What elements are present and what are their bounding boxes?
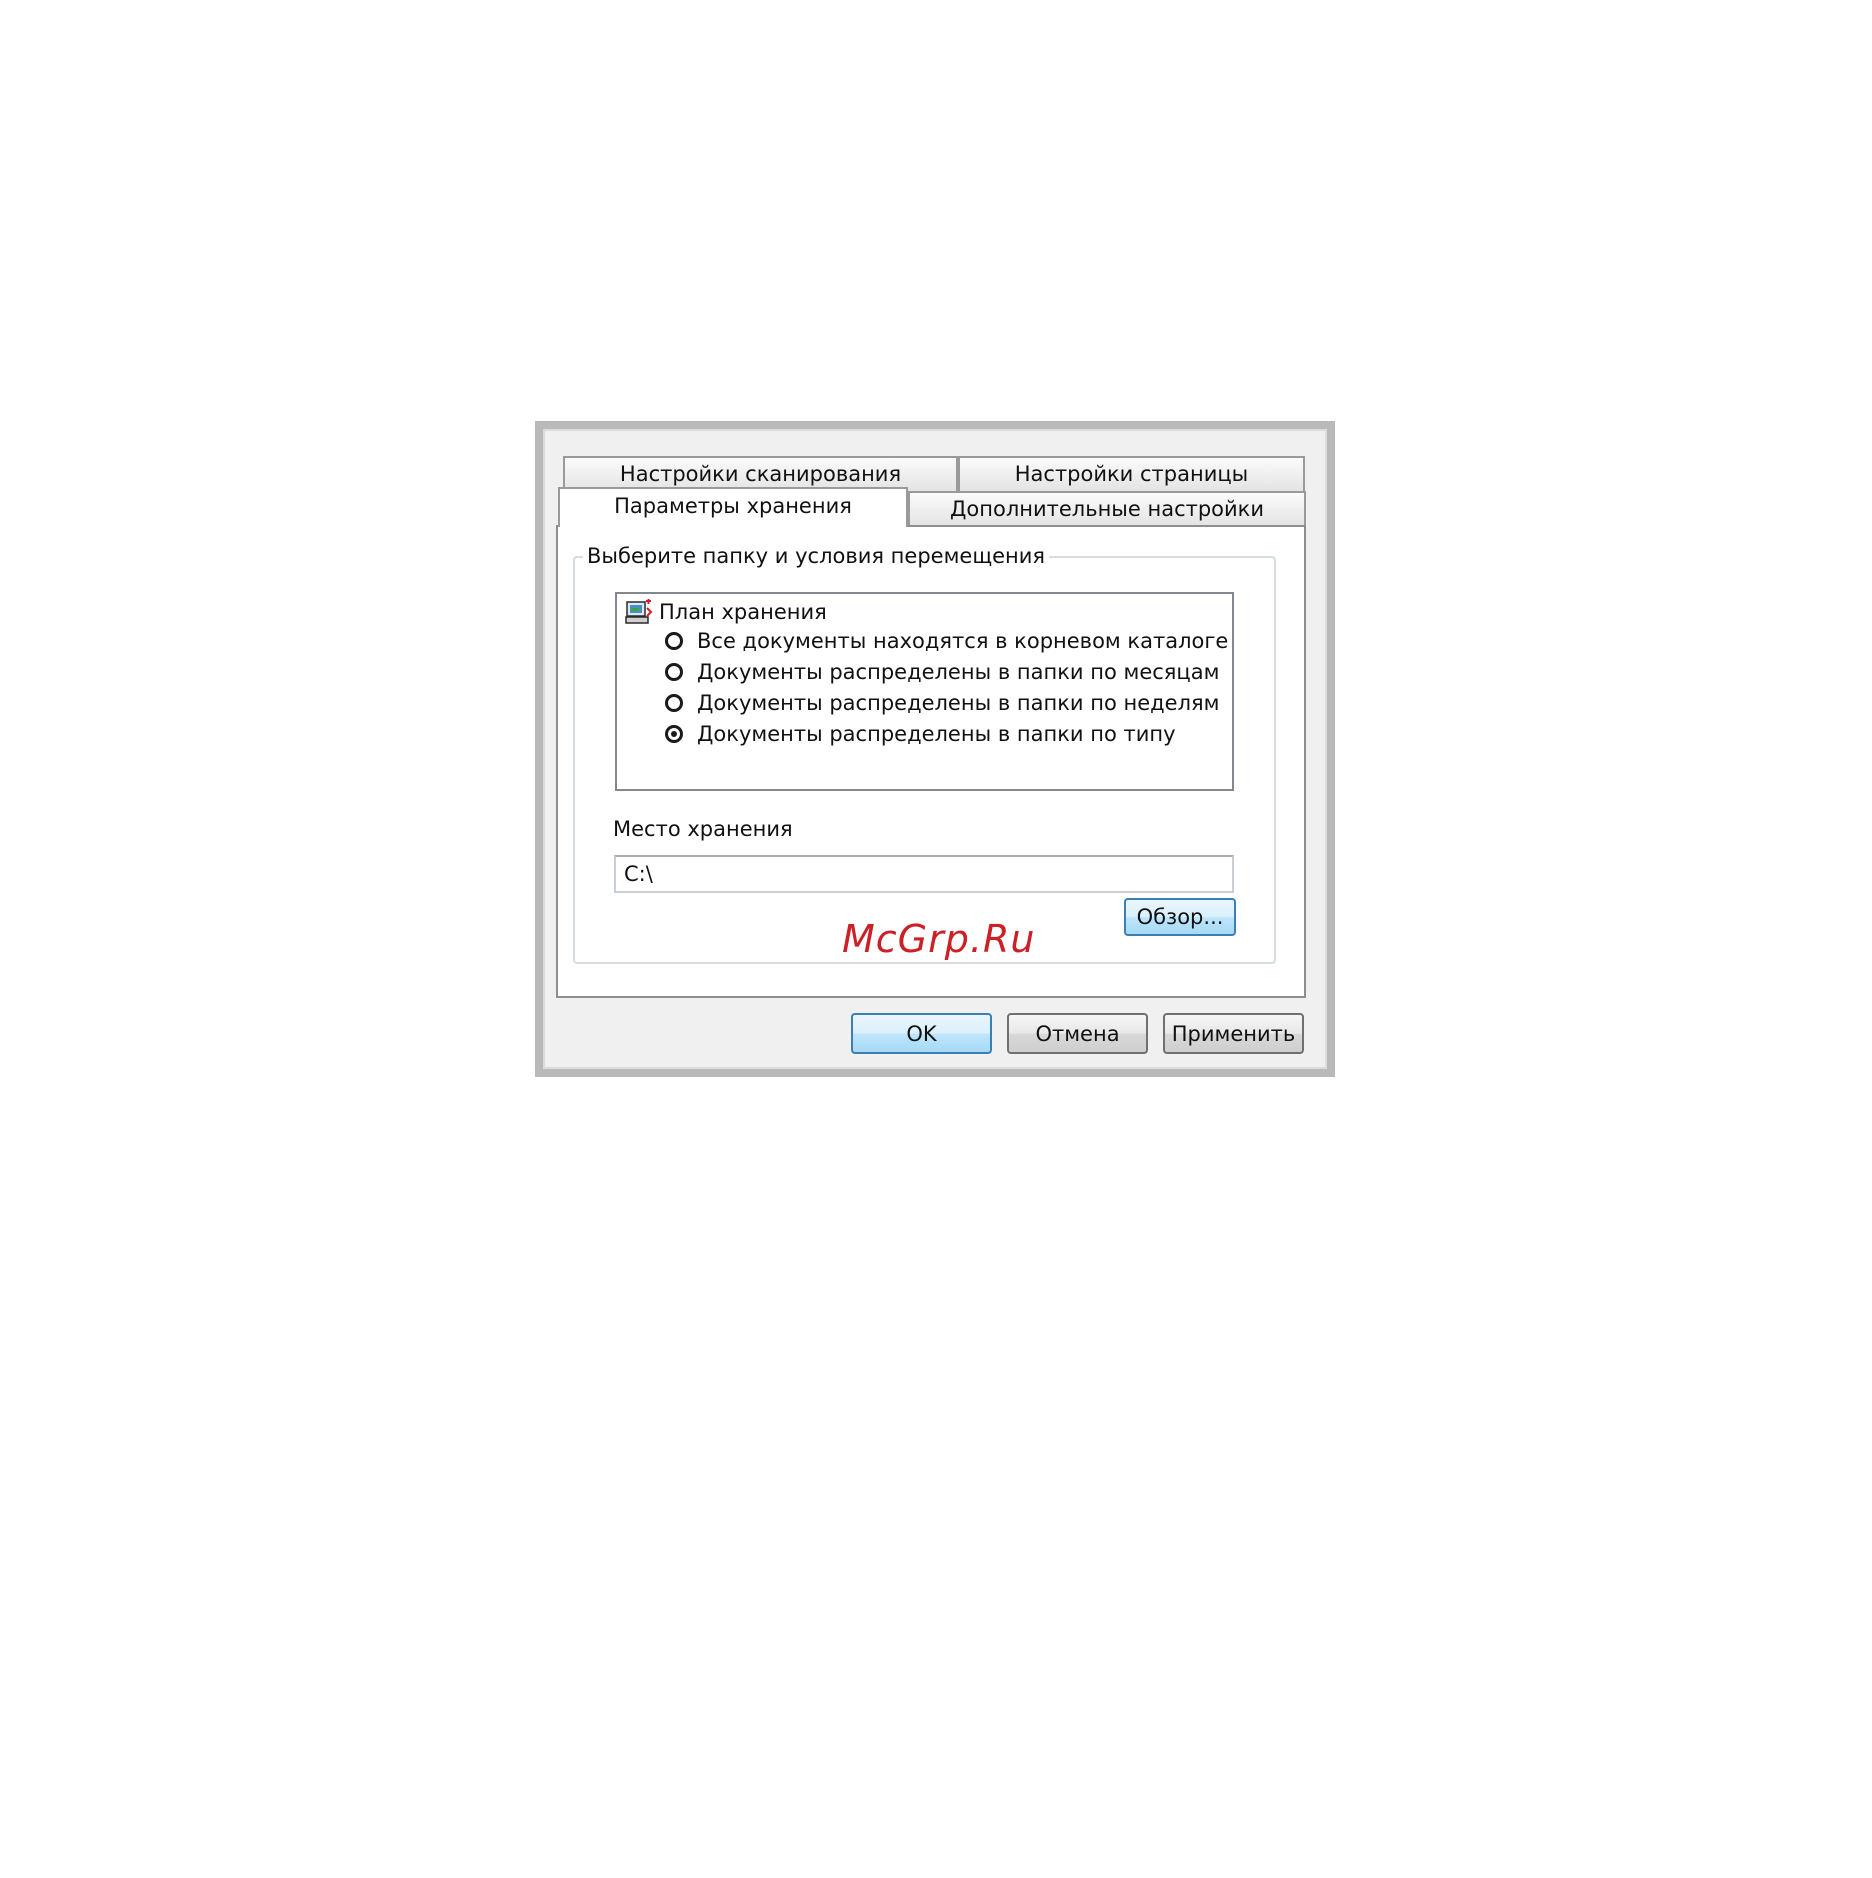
- option-label: Все документы находятся в корневом катал…: [697, 629, 1229, 653]
- watermark-text: McGrp.Ru: [842, 917, 1036, 961]
- storage-location-label: Место хранения: [613, 817, 793, 841]
- browse-button[interactable]: Обзор...: [1124, 898, 1236, 936]
- properties-dialog: Настройки сканирования Настройки страниц…: [535, 421, 1335, 1077]
- cancel-button[interactable]: Отмена: [1007, 1013, 1148, 1054]
- ok-button[interactable]: OK: [851, 1013, 992, 1054]
- option-root-folder[interactable]: Все документы находятся в корневом катал…: [665, 627, 1228, 655]
- tree-root-label: План хранения: [659, 600, 827, 624]
- tree-root-storage-plan[interactable]: План хранения: [625, 598, 827, 626]
- group-title: Выберите папку и условия перемещения: [583, 542, 1050, 570]
- option-by-month[interactable]: Документы распределены в папки по месяца…: [665, 658, 1219, 686]
- storage-location-input[interactable]: [614, 855, 1234, 893]
- radio-by-month[interactable]: [665, 663, 683, 681]
- radio-by-week[interactable]: [665, 694, 683, 712]
- option-by-week[interactable]: Документы распределены в папки по неделя…: [665, 689, 1219, 717]
- tab-advanced-settings[interactable]: Дополнительные настройки: [908, 491, 1306, 527]
- tab-storage-options[interactable]: Параметры хранения: [558, 487, 908, 527]
- option-label: Документы распределены в папки по неделя…: [697, 691, 1220, 715]
- folder-conditions-group: Выберите папку и условия перемещения Пла…: [573, 542, 1276, 964]
- tab-page-settings[interactable]: Настройки страницы: [958, 456, 1305, 492]
- option-label: Документы распределены в папки по месяца…: [697, 660, 1220, 684]
- radio-root-folder[interactable]: [665, 632, 683, 650]
- option-label: Документы распределены в папки по типу: [697, 722, 1176, 746]
- option-by-type[interactable]: Документы распределены в папки по типу: [665, 720, 1176, 748]
- apply-button[interactable]: Применить: [1163, 1013, 1304, 1054]
- storage-plan-tree[interactable]: План хранения Все документы находятся в …: [615, 592, 1234, 791]
- radio-by-type[interactable]: [665, 725, 683, 743]
- storage-plan-icon: [625, 599, 653, 624]
